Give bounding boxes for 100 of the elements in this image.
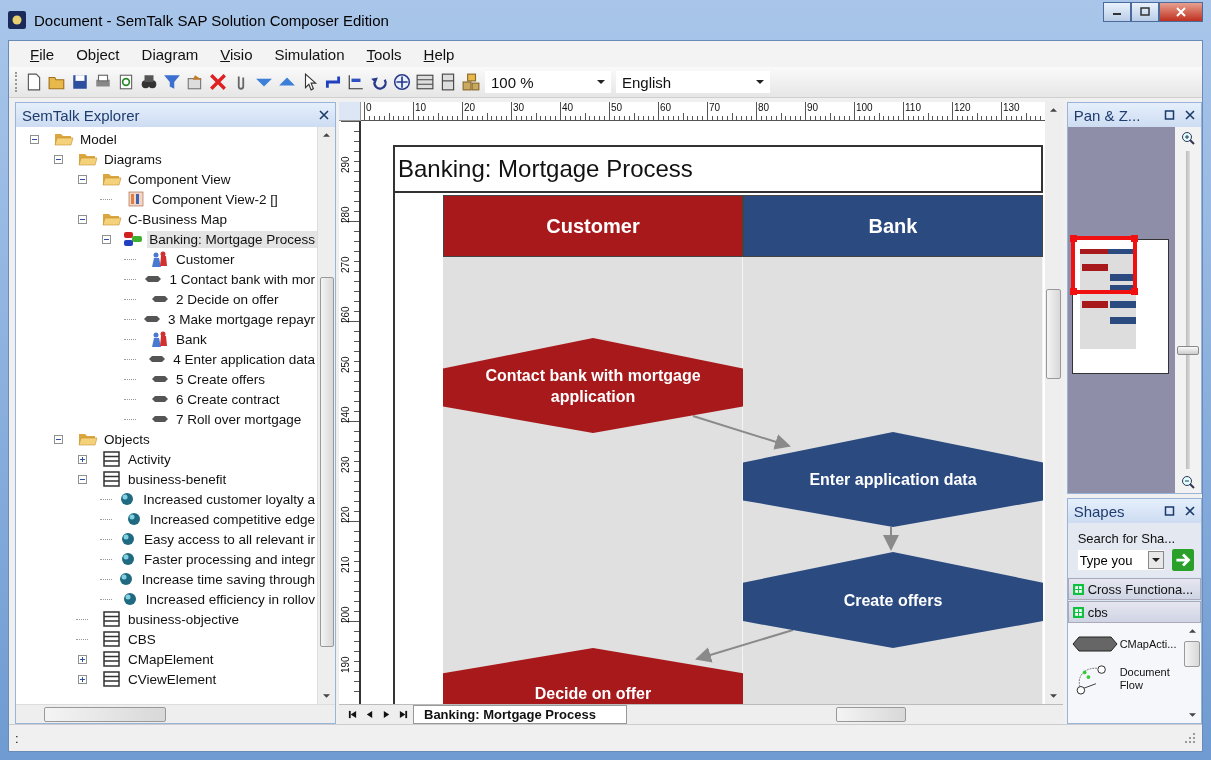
properties-icon[interactable] — [186, 73, 204, 91]
previous-page-icon[interactable] — [365, 710, 374, 719]
menu-item[interactable]: Help — [412, 43, 466, 65]
zoom-in-icon[interactable] — [1181, 131, 1195, 145]
delete-icon[interactable] — [209, 73, 227, 91]
maximize-panel-button[interactable] — [1164, 110, 1175, 120]
binoculars-icon[interactable] — [140, 73, 158, 91]
expand-toggle[interactable] — [30, 134, 39, 144]
tree-item[interactable]: business-benefit — [126, 470, 229, 488]
tree-item[interactable]: 7 Roll over mortgage — [174, 410, 304, 428]
zoom-dropdown[interactable]: 100 % — [485, 71, 611, 93]
shape-name[interactable]: Document Flow — [1119, 666, 1178, 692]
scroll-thumb[interactable] — [319, 277, 334, 647]
last-page-icon[interactable] — [399, 710, 408, 719]
tree-item[interactable]: CViewElement — [126, 670, 219, 688]
close-panel-button[interactable] — [1185, 110, 1195, 120]
expand-toggle[interactable] — [78, 654, 87, 664]
menu-item[interactable]: Visio — [209, 43, 264, 65]
horizontal-bars-icon[interactable] — [416, 73, 434, 91]
resize-grip-icon[interactable] — [1184, 732, 1196, 744]
next-page-icon[interactable] — [382, 710, 391, 719]
tree-item[interactable]: Increase time saving through — [139, 570, 317, 588]
tree-item[interactable]: Objects — [102, 430, 152, 448]
go-arrow-button[interactable] — [1171, 549, 1194, 571]
menu-item[interactable]: Object — [65, 43, 131, 65]
tree-item[interactable]: Bank — [174, 330, 209, 348]
search-label: Search for Sha... — [1077, 531, 1177, 546]
maximize-button[interactable] — [1131, 2, 1159, 22]
menu-item[interactable]: File — [19, 43, 66, 65]
shape-search-field[interactable]: Type you — [1077, 550, 1164, 570]
tree-item[interactable]: Component View — [126, 170, 233, 188]
menu-item[interactable]: Diagram — [130, 43, 210, 65]
refresh-icon[interactable] — [117, 73, 135, 91]
stencil-header[interactable]: Cross Functiona... — [1067, 578, 1201, 600]
expand-toggle[interactable] — [78, 454, 87, 464]
tree-item[interactable]: Customer — [174, 250, 237, 268]
vertical-panel-icon[interactable] — [439, 73, 457, 91]
tree-item[interactable]: business-objective — [126, 610, 242, 628]
scroll-down-arrow-icon[interactable] — [1050, 694, 1058, 698]
scroll-thumb[interactable] — [44, 706, 166, 722]
tree-item[interactable]: Increased competitive edge — [147, 510, 317, 528]
tree-item[interactable]: Increased customer loyalty a — [141, 490, 317, 508]
tree-item[interactable]: Increased efficiency in rollov — [143, 590, 317, 608]
tree-item[interactable]: 6 Create contract — [174, 390, 282, 408]
connector-icon[interactable] — [324, 73, 342, 91]
tree-item[interactable]: 4 Enter application data — [171, 350, 317, 368]
slider-thumb[interactable] — [1177, 345, 1199, 355]
scroll-down-arrow-icon[interactable] — [1188, 713, 1196, 717]
expand-toggle[interactable] — [54, 154, 63, 164]
tree-item[interactable]: Activity — [126, 450, 173, 468]
tree-item[interactable]: Faster processing and integr — [141, 550, 317, 568]
vertical-scrollbar[interactable] — [317, 127, 335, 704]
activity-shape-icon[interactable] — [1071, 633, 1118, 655]
tree-item[interactable]: C-Business Map — [126, 210, 230, 228]
tree-item[interactable]: 2 Decide on offer — [174, 290, 281, 308]
close-panel-button[interactable] — [319, 110, 329, 120]
maximize-panel-button[interactable] — [1164, 506, 1175, 516]
close-button[interactable] — [1159, 2, 1203, 22]
expand-toggle[interactable] — [78, 674, 87, 684]
tree-item[interactable]: 3 Make mortgage repayr — [165, 310, 317, 328]
scroll-thumb[interactable] — [1046, 289, 1062, 379]
expand-toggle[interactable] — [54, 434, 63, 444]
filter-icon[interactable] — [163, 73, 181, 91]
zoom-out-icon[interactable] — [1181, 475, 1195, 489]
expand-toggle[interactable] — [78, 214, 87, 224]
scroll-thumb[interactable] — [835, 707, 906, 722]
toolbar-grip[interactable] — [15, 72, 20, 92]
tree-item[interactable]: Component View-2 [] — [150, 190, 280, 208]
page-tab[interactable]: Banking: Mortgage Process — [413, 705, 627, 724]
view-area-rectangle[interactable] — [1069, 235, 1138, 295]
tree-item[interactable]: 1 Contact bank with mor — [167, 270, 317, 288]
tree-item[interactable]: 5 Create offers — [174, 370, 268, 388]
expand-toggle[interactable] — [78, 474, 87, 484]
scroll-up-arrow-icon[interactable] — [1050, 108, 1058, 112]
tree-item[interactable]: Easy access to all relevant ir — [141, 530, 317, 548]
save-icon[interactable] — [71, 73, 89, 91]
expand-toggle[interactable] — [78, 174, 87, 184]
close-panel-button[interactable] — [1185, 506, 1195, 516]
menu-item[interactable]: Simulation — [263, 43, 356, 65]
first-page-icon[interactable] — [348, 710, 357, 719]
scroll-down-arrow-icon[interactable] — [323, 694, 330, 698]
scroll-thumb[interactable] — [1184, 641, 1200, 667]
zoom-target-icon[interactable] — [393, 73, 411, 91]
shape-name[interactable]: CMapActi... — [1119, 637, 1178, 651]
language-dropdown[interactable]: English — [616, 71, 770, 93]
expand-toggle[interactable] — [102, 234, 111, 244]
horizontal-scrollbar[interactable] — [16, 704, 335, 723]
minimize-button[interactable] — [1103, 2, 1131, 22]
scroll-up-arrow-icon[interactable] — [323, 133, 330, 137]
tree-item[interactable]: Model — [78, 130, 119, 148]
shapes-icon[interactable] — [462, 73, 480, 91]
tree-item[interactable]: Diagrams — [102, 150, 164, 168]
stencil-header[interactable]: cbs — [1067, 601, 1201, 623]
menu-item[interactable]: Tools — [355, 43, 413, 65]
tree-item[interactable]: CMapElement — [126, 650, 216, 668]
new-page-icon[interactable] — [25, 73, 43, 91]
tree-item[interactable]: CBS — [126, 630, 158, 648]
tree-item[interactable]: Banking: Mortgage Process — [147, 230, 317, 248]
align-icon[interactable] — [347, 73, 365, 91]
scroll-up-arrow-icon[interactable] — [1188, 629, 1196, 633]
